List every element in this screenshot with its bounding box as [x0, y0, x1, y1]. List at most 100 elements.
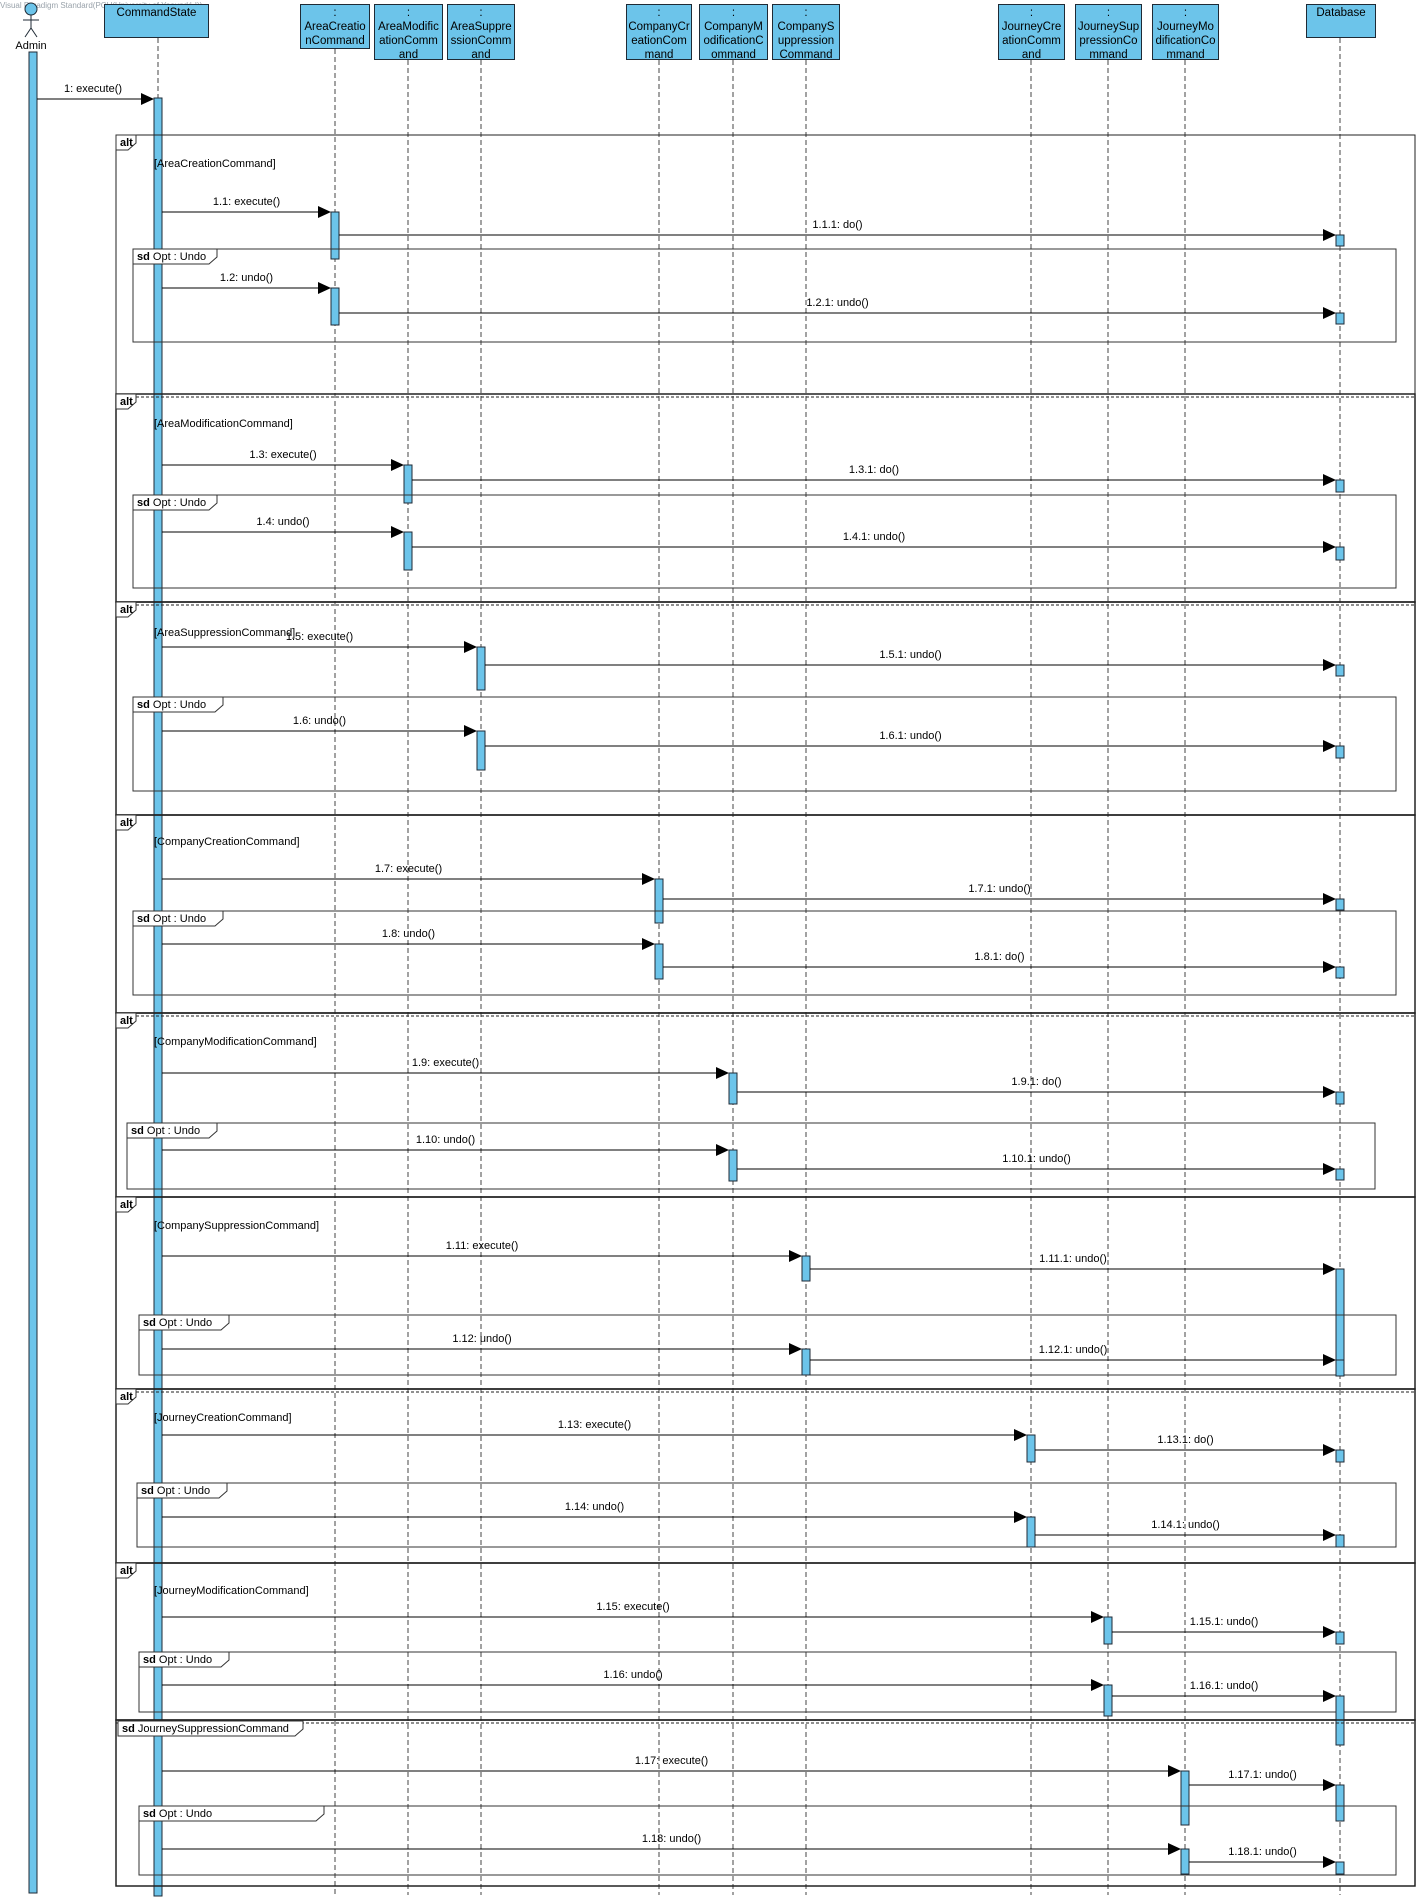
fragment-3-undo-call-arrowhead — [464, 725, 477, 737]
fragment-4-undo-call-label: 1.8: undo() — [382, 928, 435, 940]
fragment-3-undo-db-call-label: 1.6.1: undo() — [879, 730, 941, 742]
fragment-4-target-activation — [654, 878, 664, 924]
fragment-3-opt-tab-label: sd Opt : Undo — [137, 699, 206, 711]
fragment-3-target-activation — [476, 646, 486, 691]
fragment-8-call-label: 1.15: execute() — [596, 1601, 669, 1613]
fragment-2-undo-db-call-label: 1.4.1: undo() — [843, 531, 905, 543]
sequence-diagram: Admin 1: execute() alt [AreaCreationCommand… — [15, 2, 1416, 1897]
fragment-9-opt-frame — [138, 1805, 1397, 1876]
fragment-4-tab-label: alt — [120, 817, 133, 829]
fragment-1-call-arrowhead — [318, 206, 331, 218]
fragment-4-undo-db-activation — [1335, 966, 1345, 979]
actor-head — [24, 2, 38, 16]
fragment-9-db-call-label: 1.17.1: undo() — [1228, 1769, 1297, 1781]
actor-leg-right — [30, 27, 38, 38]
fragment-6-tab-label: alt — [120, 1199, 133, 1211]
fragment-1-db-call-label: 1.1.1: do() — [812, 219, 862, 231]
fragment-2-db-call-label: 1.3.1: do() — [849, 464, 899, 476]
fragment-3-undo-call-label: 1.6: undo() — [293, 715, 346, 727]
fragment-1-undo-call-arrowhead — [318, 282, 331, 294]
fragment-9-undo-call-label: 1.18: undo() — [642, 1833, 701, 1845]
fragment-5-db-call-arrowhead — [1323, 1086, 1336, 1098]
fragment-5-guard: [CompanyModificationCommand] — [154, 1036, 317, 1048]
fragment-8-call-arrowhead — [1091, 1611, 1104, 1623]
fragment-5-target-activation — [728, 1072, 738, 1105]
fragment-3-db-call-arrowhead — [1323, 659, 1336, 671]
fragment-2-undo-db-activation — [1335, 546, 1345, 561]
fragment-6-undo-call-arrowhead — [789, 1343, 802, 1355]
fragment-9-frame — [115, 1719, 1416, 1887]
fragment-7-undo-call-label: 1.14: undo() — [565, 1501, 624, 1513]
fragment-4-undo-db-call-label: 1.8.1: do() — [974, 951, 1024, 963]
commandstate-activation — [153, 97, 163, 1897]
actor-activation — [28, 51, 38, 1894]
fragment-4-db-call-label: 1.7.1: undo() — [968, 883, 1030, 895]
fragment-8-guard: [JourneyModificationCommand] — [154, 1585, 309, 1597]
fragment-5-opt-frame — [126, 1122, 1376, 1190]
fragment-5-db-call-label: 1.9.1: do() — [1011, 1076, 1061, 1088]
fragment-3-opt-frame — [132, 696, 1397, 792]
fragment-6-guard: [CompanySuppressionCommand] — [154, 1220, 319, 1232]
fragment-2-tab-label: alt — [120, 396, 133, 408]
fragment-5-undo-db-activation — [1335, 1168, 1345, 1181]
fragment-4-call-arrowhead — [642, 873, 655, 885]
fragment-3-db-activation — [1335, 664, 1345, 677]
fragment-4-db-activation — [1335, 898, 1345, 911]
fragment-9-undo-target-activation — [1180, 1848, 1190, 1875]
fragment-2-guard: [AreaModificationCommand] — [154, 418, 293, 430]
fragment-7-undo-target-activation — [1026, 1516, 1036, 1548]
fragment-1-db-activation — [1335, 234, 1345, 247]
fragment-2-db-call-arrowhead — [1323, 474, 1336, 486]
fragment-6-db-call-arrowhead — [1323, 1263, 1336, 1275]
fragment-3-db-call-label: 1.5.1: undo() — [879, 649, 941, 661]
fragment-1-undo-db-call-arrowhead — [1323, 307, 1336, 319]
fragment-4-guard: [CompanyCreationCommand] — [154, 836, 300, 848]
fragment-1-guard: [AreaCreationCommand] — [154, 158, 276, 170]
fragment-9-tab-label: sd JourneySuppressionCommand — [122, 1723, 289, 1735]
fragment-2-undo-target-activation — [403, 531, 413, 571]
fragment-4-undo-call-arrowhead — [642, 938, 655, 950]
fragment-1-opt-tab-label: sd Opt : Undo — [137, 251, 206, 263]
fragment-1-undo-db-call-label: 1.2.1: undo() — [806, 297, 868, 309]
fragment-3-guard: [AreaSuppressionCommand] — [154, 627, 295, 639]
fragment-9-opt-tab-label: sd Opt : Undo — [143, 1808, 212, 1820]
fragment-4-opt-tab-label: sd Opt : Undo — [137, 913, 206, 925]
fragment-7-db-call-label: 1.13.1: do() — [1157, 1434, 1213, 1446]
fragment-6-db-call-label: 1.11.1: undo() — [1039, 1253, 1107, 1265]
fragment-7-opt-tab-label: sd Opt : Undo — [141, 1485, 210, 1497]
fragment-5-tab-label: alt — [120, 1015, 133, 1027]
fragment-8-undo-target-activation — [1103, 1684, 1113, 1717]
fragment-8-undo-call-arrowhead — [1091, 1679, 1104, 1691]
fragment-6-call-arrowhead — [789, 1250, 802, 1262]
fragment-7-undo-call-arrowhead — [1014, 1511, 1027, 1523]
fragment-8-target-activation — [1103, 1616, 1113, 1645]
fragment-6-undo-db-call-label: 1.12.1: undo() — [1039, 1344, 1108, 1356]
fragment-3-undo-db-call-arrowhead — [1323, 740, 1336, 752]
fragment-5-undo-target-activation — [728, 1149, 738, 1182]
fragment-2-target-activation — [403, 464, 413, 504]
fragment-5-db-activation — [1335, 1091, 1345, 1105]
fragment-9-undo-db-call-arrowhead — [1323, 1856, 1336, 1868]
fragment-2-undo-call-label: 1.4: undo() — [256, 516, 309, 528]
fragment-2-undo-call-arrowhead — [391, 526, 404, 538]
fragment-5-undo-db-call-label: 1.10.1: undo() — [1002, 1153, 1071, 1165]
fragment-8-opt-tab-label: sd Opt : Undo — [143, 1654, 212, 1666]
fragment-4-opt-frame — [132, 910, 1397, 996]
fragment-1-opt-frame — [132, 248, 1397, 343]
fragment-9-undo-db-call-label: 1.18.1: undo() — [1228, 1846, 1297, 1858]
fragment-5-undo-db-call-arrowhead — [1323, 1163, 1336, 1175]
fragment-1-db-call-arrowhead — [1323, 229, 1336, 241]
fragment-8-db-activation — [1335, 1631, 1345, 1645]
fragment-7-undo-db-call-arrowhead — [1323, 1529, 1336, 1541]
fragment-3-tab-label: alt — [120, 604, 133, 616]
fragment-7-call-arrowhead — [1014, 1429, 1027, 1441]
fragment-6-opt-frame — [138, 1314, 1397, 1376]
fragment-4-call-label: 1.7: execute() — [375, 863, 442, 875]
fragment-3-call-label: 1.5: execute() — [286, 631, 353, 643]
fragment-2-frame — [115, 393, 1416, 603]
fragment-7-frame — [115, 1388, 1416, 1564]
fragment-3-call-arrowhead — [464, 641, 477, 653]
fragment-9-db-activation — [1335, 1784, 1345, 1822]
fragment-1-undo-db-activation — [1335, 312, 1345, 325]
actor-name: Admin — [15, 40, 46, 52]
